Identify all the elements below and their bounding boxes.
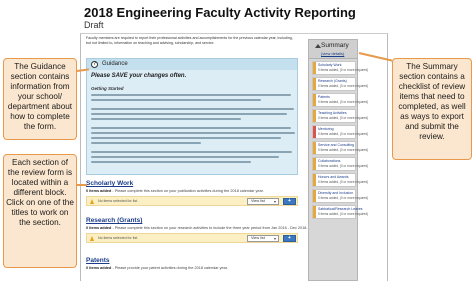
warning-status-bar bbox=[313, 62, 316, 74]
section-items-row: No items selected for list. View list + bbox=[86, 233, 298, 243]
summary-item[interactable]: Service and Consulting 0 items added, (0 … bbox=[312, 141, 368, 155]
callout-arrow bbox=[77, 184, 87, 186]
save-reminder: Please SAVE your changes often. bbox=[91, 73, 187, 79]
info-icon: ? bbox=[91, 61, 98, 68]
summary-item-name: Teaching Activities bbox=[318, 111, 347, 115]
guidance-text-line bbox=[91, 142, 201, 144]
warning-status-bar bbox=[313, 78, 316, 90]
items-count: 0 items added bbox=[86, 189, 112, 193]
view-list-label: View list bbox=[251, 236, 265, 240]
warning-icon bbox=[90, 236, 94, 241]
summary-item[interactable]: Collaborations 0 items added, (0 or more … bbox=[312, 157, 368, 171]
summary-item-name: Patents bbox=[318, 95, 330, 99]
summary-item-name: Diversity and Inclusion bbox=[318, 191, 354, 195]
no-items-text: No items selected for list. bbox=[98, 199, 139, 203]
summary-item-name: Honors and Awards bbox=[318, 175, 349, 179]
summary-title: Summary bbox=[321, 42, 349, 49]
summary-item[interactable]: Teaching Activities 0 items added, (0 or … bbox=[312, 109, 368, 123]
summary-item[interactable]: Scholarly Work 0 items added, (0 or more … bbox=[312, 61, 368, 75]
guidance-header[interactable]: ? Guidance bbox=[87, 59, 297, 70]
screenshot-page: 2018 Engineering Faculty Activity Report… bbox=[0, 0, 474, 281]
items-count: 0 items added bbox=[86, 266, 112, 270]
status-label: Draft bbox=[84, 20, 104, 30]
warning-status-bar bbox=[313, 142, 316, 154]
guidance-text-line bbox=[91, 127, 291, 129]
summary-header[interactable]: Summary (view details) bbox=[309, 40, 357, 59]
guidance-text-line bbox=[91, 156, 279, 158]
guidance-text-line bbox=[91, 151, 292, 153]
summary-item-status: 0 items added, (0 or more required) bbox=[318, 132, 369, 136]
guidance-text-line bbox=[91, 137, 281, 139]
section-description-text: Please provide your patent activities du… bbox=[114, 266, 228, 270]
summary-item-name: Scholarly Work bbox=[318, 63, 342, 67]
summary-item[interactable]: Mentoring 0 items added, (0 or more requi… bbox=[312, 125, 368, 139]
section-description: 0 items added - Please complete this sec… bbox=[86, 226, 308, 230]
summary-item-name: Service and Consulting bbox=[318, 143, 354, 147]
view-details-link[interactable]: (view details) bbox=[321, 51, 344, 56]
summary-item-status: 0 items added, (0 or more required) bbox=[318, 68, 369, 72]
guidance-text-line bbox=[91, 161, 251, 163]
section-title-research-grants[interactable]: Research (Grants) bbox=[86, 217, 142, 224]
summary-item-name: Research (Grants) bbox=[318, 79, 347, 83]
chevron-down-icon bbox=[274, 238, 276, 240]
summary-item[interactable]: Honors and Awards 0 items added, (0 or mo… bbox=[312, 173, 368, 187]
summary-item-status: 0 items added, (0 or more required) bbox=[318, 212, 369, 216]
warning-status-bar bbox=[313, 158, 316, 170]
add-item-button[interactable]: + bbox=[283, 235, 296, 242]
summary-item-status: 0 items added, (0 or more required) bbox=[318, 196, 369, 200]
summary-item[interactable]: Sabbatical/Research Leaves 0 items added,… bbox=[312, 205, 368, 219]
guidance-text-line bbox=[91, 108, 294, 110]
guidance-text-line bbox=[91, 118, 241, 120]
summary-item[interactable]: Research (Grants) 0 items added, (0 or mo… bbox=[312, 77, 368, 91]
intro-text: Faculty members are required to report t… bbox=[86, 36, 293, 45]
add-item-button[interactable]: + bbox=[283, 198, 296, 205]
summary-item-status: 0 items added, (0 or more required) bbox=[318, 84, 369, 88]
summary-item-name: Mentoring bbox=[318, 127, 334, 131]
no-items-text: No items selected for list. bbox=[98, 236, 139, 240]
view-list-select[interactable]: View list bbox=[247, 198, 279, 205]
section-title-patents[interactable]: Patents bbox=[86, 257, 109, 264]
view-list-label: View list bbox=[251, 199, 265, 203]
page-title: 2018 Engineering Faculty Activity Report… bbox=[84, 5, 356, 20]
warning-icon bbox=[90, 199, 94, 204]
section-description-text: Please complete this section on your pub… bbox=[114, 189, 264, 193]
summary-item[interactable]: Diversity and Inclusion 0 items added, (0… bbox=[312, 189, 368, 203]
summary-item-status: 0 items added, (0 or more required) bbox=[318, 180, 369, 184]
guidance-section: ? Guidance Please SAVE your changes ofte… bbox=[86, 58, 298, 175]
summary-item[interactable]: Patents 0 items added, (0 or more require… bbox=[312, 93, 368, 107]
summary-item-status: 0 items added, (0 or more required) bbox=[318, 116, 369, 120]
chevron-down-icon bbox=[274, 201, 276, 203]
section-description: 0 items added - Please complete this sec… bbox=[86, 189, 264, 193]
summary-panel: Summary (view details) Scholarly Work 0 i… bbox=[308, 39, 368, 281]
callout-sections: Each section of the review form is locat… bbox=[3, 154, 77, 268]
section-items-row: No items selected for list. View list + bbox=[86, 196, 298, 206]
guidance-text-line bbox=[91, 132, 295, 134]
callout-summary: The Summary section contains a checklist… bbox=[392, 58, 472, 160]
guidance-text-line bbox=[91, 99, 261, 101]
warning-status-bar bbox=[313, 190, 316, 202]
warning-status-bar bbox=[313, 110, 316, 122]
guidance-text-line bbox=[91, 113, 287, 115]
summary-item-status: 0 items added, (0 or more required) bbox=[318, 100, 369, 104]
guidance-text-line bbox=[91, 94, 291, 96]
summary-item-name: Collaborations bbox=[318, 159, 341, 163]
items-count: 0 items added bbox=[86, 226, 112, 230]
view-list-select[interactable]: View list bbox=[247, 235, 279, 242]
callout-guidance: The Guidance section contains informatio… bbox=[3, 58, 77, 140]
warning-status-bar bbox=[313, 206, 316, 218]
error-status-bar bbox=[313, 126, 316, 138]
warning-status-bar bbox=[313, 174, 316, 186]
summary-item-name: Sabbatical/Research Leaves bbox=[318, 207, 363, 211]
guidance-title: Guidance bbox=[102, 61, 128, 67]
section-description: 0 items added - Please provide your pate… bbox=[86, 266, 228, 270]
summary-item-status: 0 items added, (0 or more required) bbox=[318, 148, 369, 152]
section-title-scholarly-work[interactable]: Scholarly Work bbox=[86, 180, 133, 187]
getting-started-heading: Getting Started bbox=[91, 86, 124, 91]
summary-item-status: 0 items added, (0 or more required) bbox=[318, 164, 369, 168]
warning-status-bar bbox=[313, 94, 316, 106]
section-description-text: Please complete this section on your res… bbox=[114, 226, 308, 230]
